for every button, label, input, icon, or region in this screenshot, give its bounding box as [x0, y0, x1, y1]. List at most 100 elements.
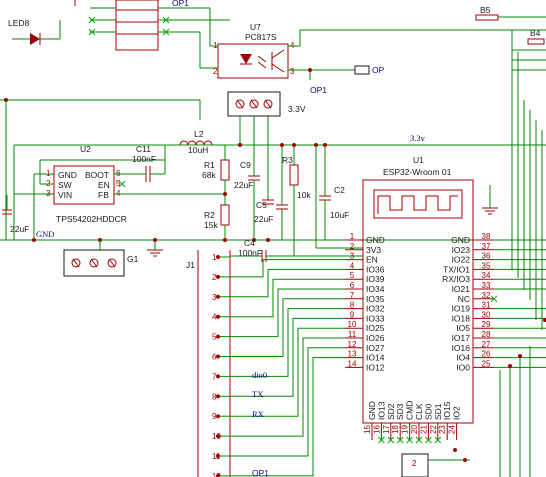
u1-pin-number: 20: [410, 425, 419, 434]
u1-pin-number: 30: [482, 310, 491, 319]
j1-pin-dot: [216, 434, 220, 439]
j1-pin-list: 123456789101112: [212, 253, 345, 477]
op-port-label: OP: [372, 65, 385, 75]
j1-pin-dot: [216, 314, 220, 319]
u1-pin-name: IO18: [452, 313, 471, 323]
bottom-connector-2: 2: [401, 448, 470, 477]
u1-pin-number: 25: [482, 359, 491, 368]
j1-ref: J1: [186, 260, 195, 270]
u1-pin-name: IO34: [366, 284, 385, 294]
u2-value: TPS54202HDDCR: [56, 214, 127, 224]
net-dio0: dio0: [252, 370, 267, 380]
u1-pin-number: 21: [419, 425, 428, 434]
u1-pin-name: RX/IO3: [442, 274, 470, 284]
r2-ref: R2: [204, 210, 215, 220]
u1-pin-name: IO12: [366, 362, 385, 372]
l2-ref: L2: [194, 129, 204, 139]
u1-pin-number: 5: [350, 271, 355, 280]
u1-pin-number: 34: [482, 271, 491, 280]
u1-pin-number: 22: [429, 425, 438, 434]
j1-pin-dot: [216, 354, 220, 359]
u1-pin-name: IO19: [452, 304, 471, 314]
j1-pin-dot: [216, 454, 220, 458]
u1-pin-number: 16: [372, 425, 381, 434]
l2-value: 10uH: [188, 145, 208, 155]
u1-pin-name: IO23: [452, 245, 471, 255]
c5-value: 22uF: [254, 214, 273, 224]
u1-pin-name: IO35: [366, 294, 385, 304]
u2-ref: U2: [80, 144, 91, 154]
j1-pin-dot: [216, 255, 220, 259]
c9-ref: C9: [240, 160, 251, 170]
u1-pin-number: 19: [401, 425, 410, 434]
u1-pin-name: IO39: [366, 274, 385, 284]
op1-top-label: OP1: [172, 0, 189, 8]
u1-pin-number: 10: [348, 320, 357, 329]
u1-pin-number: 26: [482, 350, 491, 359]
u1-pin-number: 23: [438, 425, 447, 434]
u1-pin-name: IO2: [452, 406, 462, 420]
u2-pin-sw: SW: [58, 180, 72, 190]
c5-ref: C5: [256, 200, 267, 210]
cap-left: [2, 195, 12, 215]
u1-pin-number: 8: [350, 301, 355, 310]
u1-pin-number: 27: [482, 340, 491, 349]
c11-ref: C11: [136, 144, 151, 154]
u1-pin-name: GND: [451, 235, 470, 245]
resistor-pack-top: [88, 0, 230, 51]
c2-ref: C2: [334, 185, 345, 195]
u2-pin-boot: BOOT: [85, 170, 109, 180]
u1-bottom-pins: GND15IO1316SD217SD318CMD19CLK20SD021SD12…: [363, 401, 462, 444]
r3-value: 10k: [297, 190, 311, 200]
u1-pin-name: IO26: [366, 333, 385, 343]
c9-value: 22uF: [234, 180, 253, 190]
g1-ref: G1: [127, 254, 139, 264]
b4-resistor: [527, 38, 545, 45]
r1-ref: R1: [204, 160, 215, 170]
u1-pin-number: 24: [448, 425, 457, 434]
cap-left-value: 22uF: [10, 224, 29, 234]
led8-ref: LED8: [8, 18, 30, 28]
u1-pin-name: IO21: [452, 284, 471, 294]
u1-pin-number: 2: [350, 242, 355, 251]
u1-pin-number: 35: [482, 261, 491, 270]
u1-pin-name: EN: [366, 255, 378, 265]
u1-pin-name: IO16: [452, 343, 471, 353]
u1-pin-number: 32: [482, 291, 491, 300]
u1-pin-number: 18: [391, 425, 400, 434]
svg-text:3: 3: [290, 67, 295, 76]
r2-resistor: [220, 204, 230, 226]
r1-value: 68k: [202, 170, 216, 180]
u1-pin-number: 38: [482, 232, 491, 241]
u2-pin-gnd: GND: [58, 170, 77, 180]
u1-pin-number: 11: [348, 330, 357, 339]
schematic-canvas: LED8 OP1 B5 B4 U7 PC817S 1 2 4 3 OP OP1 …: [0, 0, 546, 477]
j1-pin-dot: [216, 414, 220, 419]
j1-pin-dot: [216, 374, 220, 379]
regulator-3v3: [227, 91, 281, 117]
c5-capacitor: [262, 116, 274, 205]
u1-pin-number: 9: [350, 310, 355, 319]
u2-pin-en: EN: [98, 180, 110, 190]
reg-3v3-label: 3.3V: [288, 104, 306, 114]
r1-resistor: [220, 159, 230, 181]
u1-pin-number: 3: [350, 252, 355, 261]
u1-pin-name: IO33: [366, 313, 385, 323]
u1-pin-name: IO14: [366, 353, 385, 363]
g1-connector: [63, 240, 125, 277]
c4-ref: C4: [244, 238, 255, 248]
u1-pin-number: 31: [482, 301, 491, 310]
right-bus-wires: [499, 30, 546, 477]
u1-pin-name: NC: [458, 294, 470, 304]
c11-value: 100nF: [132, 154, 156, 164]
net-3v3-label: 3.3v: [410, 133, 426, 143]
r2-value: 15k: [204, 220, 218, 230]
u1-pin-number: 13: [348, 350, 357, 359]
u1-pin-name: IO0: [456, 362, 470, 372]
j1-to-u1-wire: [230, 259, 345, 278]
u2-num-5: 5: [116, 179, 121, 188]
u1-pin-number: 7: [350, 291, 355, 300]
svg-text:2: 2: [412, 459, 417, 468]
op-port-flag: [354, 65, 370, 75]
op1-mid-label: OP1: [310, 85, 327, 95]
